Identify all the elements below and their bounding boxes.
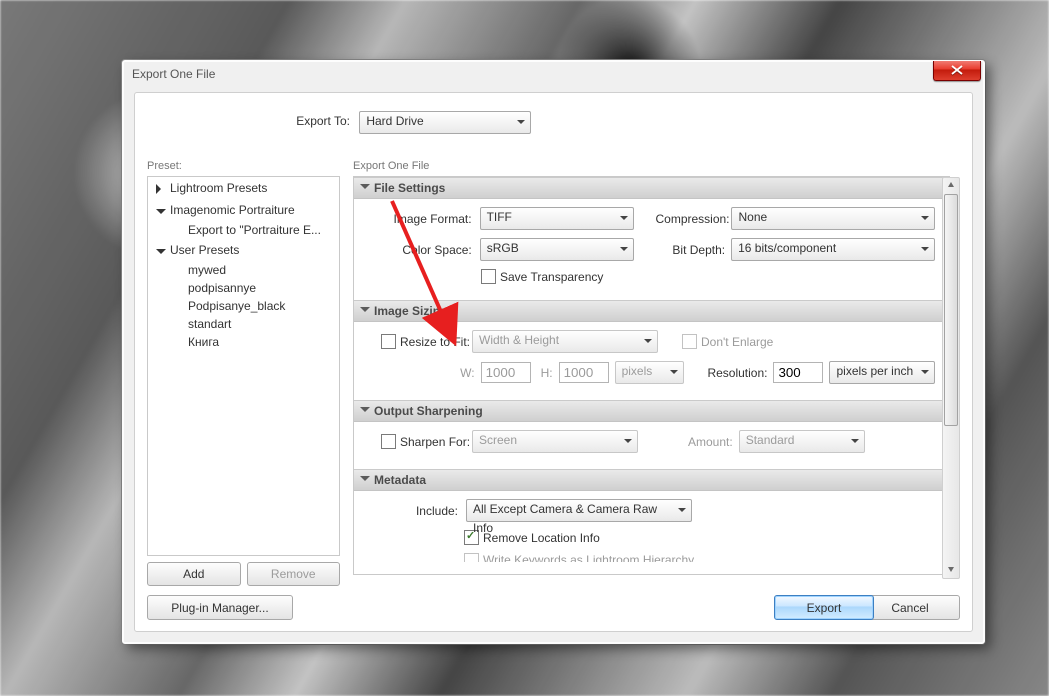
image-format-value: TIFF <box>487 210 512 224</box>
chevron-down-icon <box>360 407 370 417</box>
dont-enlarge-label: Don't Enlarge <box>701 335 773 349</box>
height-label: H: <box>541 366 553 380</box>
preset-item[interactable]: standart <box>148 315 339 333</box>
color-space-label: Color Space: <box>368 243 480 257</box>
resize-to-fit-label: Resize to Fit: <box>400 335 472 349</box>
export-to-select[interactable]: Hard Drive <box>359 111 531 134</box>
preset-item[interactable]: Export to "Portraiture E... <box>148 221 339 239</box>
export-dialog: Export One File Export To: Hard Drive Pr… <box>122 60 985 644</box>
export-to-label: Export To: <box>135 114 350 128</box>
chevron-down-icon <box>360 476 370 486</box>
chevron-down-icon <box>156 209 166 219</box>
chevron-down-icon <box>360 307 370 317</box>
preset-group[interactable]: Imagenomic Portraiture <box>148 199 339 221</box>
preset-item[interactable]: Книга <box>148 333 339 351</box>
export-to-value: Hard Drive <box>366 114 423 128</box>
close-icon <box>951 65 963 75</box>
preset-label: Preset: <box>147 160 340 172</box>
bit-depth-label: Bit Depth: <box>656 243 725 257</box>
section-title: Image Sizing <box>374 304 447 318</box>
scroll-thumb[interactable] <box>944 194 958 426</box>
amount-value: Standard <box>746 433 795 447</box>
wh-units-select: pixels <box>615 361 684 384</box>
section-file-settings[interactable]: File Settings <box>354 177 949 199</box>
sharpen-for-select: Screen <box>472 430 638 453</box>
resize-to-fit-select: Width & Height <box>472 330 658 353</box>
export-button[interactable]: Export <box>774 595 874 620</box>
save-transparency-checkbox[interactable] <box>481 269 496 284</box>
sharpen-for-label: Sharpen For: <box>400 435 472 449</box>
remove-location-label: Remove Location Info <box>483 531 600 545</box>
sharpen-for-checkbox[interactable] <box>381 434 396 449</box>
chevron-right-icon <box>156 184 166 194</box>
dont-enlarge-checkbox <box>682 334 697 349</box>
preset-item[interactable]: mywed <box>148 261 339 279</box>
resolution-units-select[interactable]: pixels per inch <box>829 361 935 384</box>
save-transparency-label: Save Transparency <box>500 270 603 284</box>
preset-tree[interactable]: Lightroom Presets Imagenomic Portraiture… <box>147 176 340 556</box>
chevron-down-icon <box>156 249 166 259</box>
section-title: Output Sharpening <box>374 404 483 418</box>
section-image-sizing[interactable]: Image Sizing <box>354 300 949 322</box>
titlebar[interactable]: Export One File <box>124 62 983 87</box>
resolution-input[interactable] <box>773 362 823 383</box>
image-format-label: Image Format: <box>368 212 480 226</box>
scroll-up-icon[interactable] <box>943 178 959 194</box>
preset-item[interactable]: Podpisanye_black <box>148 297 339 315</box>
scrollbar[interactable] <box>942 177 960 579</box>
section-metadata[interactable]: Metadata <box>354 469 949 491</box>
resize-to-fit-value: Width & Height <box>479 333 559 347</box>
include-label: Include: <box>368 504 466 518</box>
sharpen-for-value: Screen <box>479 433 517 447</box>
resolution-units-value: pixels per inch <box>836 364 913 378</box>
panel-title: Export One File <box>353 160 950 172</box>
color-space-select[interactable]: sRGB <box>480 238 634 261</box>
preset-group-label: Imagenomic Portraiture <box>170 203 295 217</box>
compression-select[interactable]: None <box>731 207 935 230</box>
wh-units-value: pixels <box>622 364 653 378</box>
image-format-select[interactable]: TIFF <box>480 207 634 230</box>
section-title: File Settings <box>374 181 445 195</box>
close-button[interactable] <box>933 61 981 81</box>
section-title: Metadata <box>374 473 426 487</box>
preset-group-label: User Presets <box>170 243 239 257</box>
include-select[interactable]: All Except Camera & Camera Raw Info <box>466 499 692 522</box>
amount-select: Standard <box>739 430 865 453</box>
amount-label: Amount: <box>688 435 733 449</box>
compression-value: None <box>738 210 767 224</box>
width-input <box>481 362 531 383</box>
add-button[interactable]: Add <box>147 562 241 586</box>
remove-button: Remove <box>247 562 341 586</box>
resize-to-fit-checkbox[interactable] <box>381 334 396 349</box>
width-label: W: <box>460 366 474 380</box>
plugin-manager-button[interactable]: Plug-in Manager... <box>147 595 293 620</box>
export-to-row: Export To: Hard Drive <box>135 111 972 135</box>
write-keywords-checkbox <box>464 553 479 562</box>
height-input <box>559 362 609 383</box>
color-space-value: sRGB <box>487 241 519 255</box>
write-keywords-label: Write Keywords as Lightroom Hierarchy <box>483 553 694 562</box>
bit-depth-select[interactable]: 16 bits/component <box>731 238 935 261</box>
preset-group[interactable]: User Presets <box>148 239 339 261</box>
preset-group-label: Lightroom Presets <box>170 181 267 195</box>
chevron-down-icon <box>360 184 370 194</box>
resolution-label: Resolution: <box>707 366 767 380</box>
window-title: Export One File <box>132 67 215 81</box>
cancel-button[interactable]: Cancel <box>860 595 960 620</box>
preset-group[interactable]: Lightroom Presets <box>148 177 339 199</box>
compression-label: Compression: <box>655 212 725 226</box>
preset-item[interactable]: podpisannye <box>148 279 339 297</box>
bit-depth-value: 16 bits/component <box>738 241 836 255</box>
settings-panel: File Settings Image Format: TIFF Compres… <box>353 176 950 575</box>
scroll-down-icon[interactable] <box>943 562 959 578</box>
section-output-sharpening[interactable]: Output Sharpening <box>354 400 949 422</box>
